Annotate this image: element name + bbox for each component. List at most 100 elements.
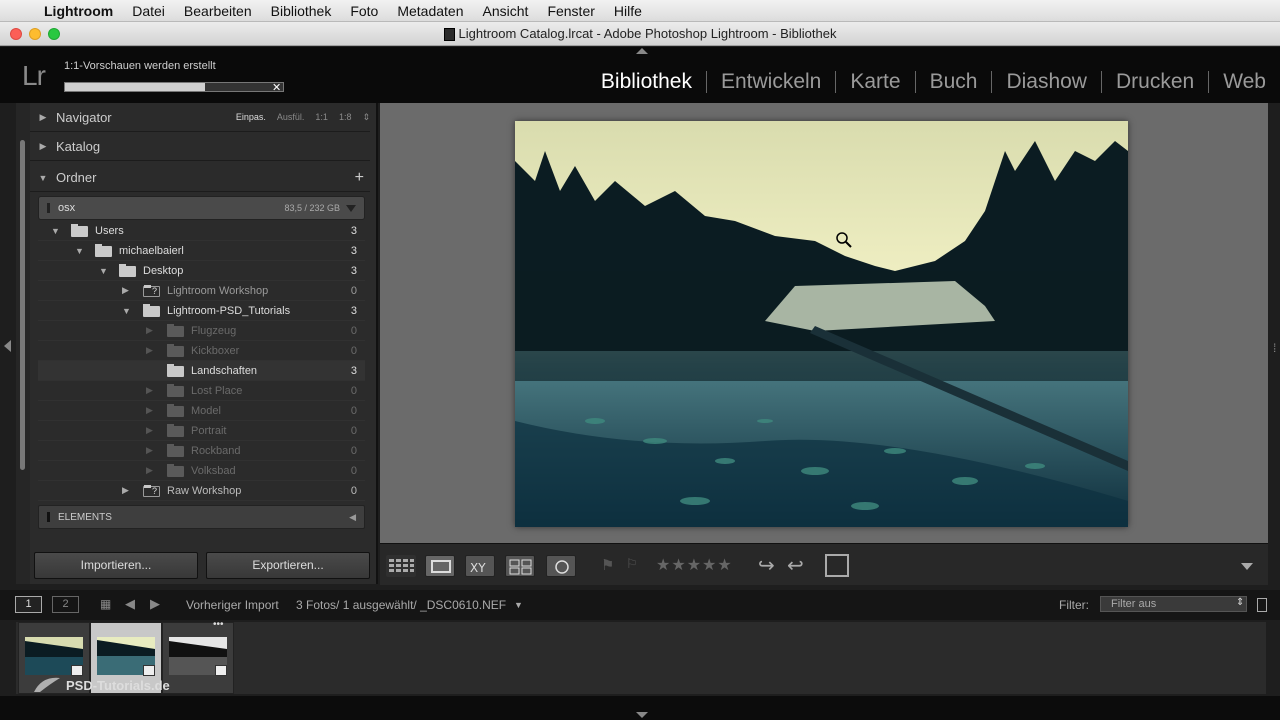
grid-icon[interactable]: ▦ — [100, 597, 111, 611]
menu-ansicht[interactable]: Ansicht — [483, 3, 529, 19]
folder-row-landschaften[interactable]: Landschaften 3 — [38, 361, 365, 381]
expand-triangle-icon: ▶ — [39, 112, 47, 122]
flag-icon[interactable]: ⚑ — [601, 556, 614, 574]
left-panel-toggle-icon[interactable] — [4, 340, 11, 352]
folders-label: Ordner — [56, 170, 97, 185]
more-icon[interactable]: ••• — [213, 619, 224, 630]
folder-row-raw-workshop[interactable]: ▶ Raw Workshop 0 — [38, 481, 365, 501]
zoom-updown-icon[interactable]: ⇕ — [362, 112, 370, 123]
filter-select[interactable]: Filter aus — [1100, 596, 1247, 612]
module-diashow[interactable]: Diashow — [991, 71, 1101, 93]
folder-label: Users — [95, 224, 124, 237]
menu-datei[interactable]: Datei — [132, 3, 165, 19]
bottom-panel-toggle-icon[interactable] — [636, 712, 648, 718]
folder-icon — [71, 224, 88, 237]
export-button[interactable]: Exportieren... — [206, 552, 370, 579]
minimize-window-button[interactable] — [29, 28, 41, 40]
rotate-right-icon[interactable]: ↩ — [787, 553, 804, 578]
folder-row-model[interactable]: ▶ Model 0 — [38, 401, 365, 421]
volume-elements[interactable]: ELEMENTS ◀ — [38, 505, 365, 529]
add-folder-icon[interactable]: + — [355, 169, 364, 187]
source-label[interactable]: Vorheriger Import — [186, 598, 279, 612]
module-web[interactable]: Web — [1208, 71, 1280, 93]
folder-label: Landschaften — [191, 364, 258, 377]
collapse-triangle-icon[interactable]: ▼ — [122, 306, 131, 316]
toolbar-options-icon[interactable] — [1241, 563, 1253, 570]
people-view-icon[interactable] — [546, 555, 576, 577]
menu-metadaten[interactable]: Metadaten — [397, 3, 463, 19]
folder-row-rockband[interactable]: ▶ Rockband 0 — [38, 441, 365, 461]
collapse-triangle-icon[interactable]: ▼ — [99, 266, 108, 276]
module-entwickeln[interactable]: Entwickeln — [705, 71, 835, 93]
folder-row-flugzeug[interactable]: ▶ Flugzeug 0 — [38, 321, 365, 341]
forward-arrow-icon[interactable]: ▶ — [150, 596, 160, 612]
folder-row-lightroom-psd-tutorials[interactable]: ▼ Lightroom-PSD_Tutorials 3 — [38, 301, 365, 321]
left-scrollbar[interactable] — [20, 140, 25, 470]
volume-collapse-icon[interactable]: ◀ — [349, 512, 356, 523]
menu-bearbeiten[interactable]: Bearbeiten — [184, 3, 252, 19]
zoom-window-button[interactable] — [48, 28, 60, 40]
expand-triangle-icon[interactable]: ▶ — [146, 425, 153, 436]
volume-osx[interactable]: osx 83,5 / 232 GB — [38, 196, 365, 220]
expand-triangle-icon[interactable]: ▶ — [146, 345, 153, 356]
menu-bibliothek[interactable]: Bibliothek — [271, 3, 332, 19]
module-drucken[interactable]: Drucken — [1100, 71, 1208, 93]
folder-row-portrait[interactable]: ▶ Portrait 0 — [38, 421, 365, 441]
rating-stars[interactable]: ★★★★★ — [656, 555, 733, 575]
source-dropdown-icon[interactable]: ▼ — [514, 600, 523, 610]
crop-frame-icon[interactable] — [825, 554, 849, 577]
filter-updown-icon[interactable]: ⇕ — [1236, 597, 1244, 608]
reject-flag-icon[interactable]: ⚐ — [626, 556, 638, 572]
grid-view-icon[interactable] — [386, 555, 416, 577]
menu-hilfe[interactable]: Hilfe — [614, 3, 642, 19]
document-icon — [443, 27, 455, 41]
cancel-progress-icon[interactable]: ✕ — [272, 81, 281, 94]
filmstrip-thumb-3[interactable]: ••• — [162, 619, 234, 694]
module-bibliothek[interactable]: Bibliothek — [587, 71, 706, 93]
back-arrow-icon[interactable]: ◀ — [125, 596, 135, 612]
folders-header[interactable]: ▼ Ordner + — [30, 164, 370, 192]
close-window-button[interactable] — [10, 28, 22, 40]
collapse-triangle-icon[interactable]: ▼ — [51, 226, 60, 236]
catalog-header[interactable]: ▶ Katalog — [30, 133, 370, 161]
zoom-1-8-option[interactable]: 1:8 — [339, 112, 352, 123]
loupe-view-icon[interactable] — [425, 555, 455, 577]
zoom-fit-option[interactable]: Einpas. — [236, 112, 266, 123]
expand-triangle-icon[interactable]: ▶ — [146, 405, 153, 416]
folder-row-desktop[interactable]: ▼ Desktop 3 — [38, 261, 365, 281]
expand-triangle-icon[interactable]: ▶ — [146, 465, 153, 476]
second-monitor-button[interactable]: 2 — [52, 596, 79, 613]
expand-triangle-icon[interactable]: ▶ — [146, 325, 153, 336]
compare-view-icon[interactable]: XY — [465, 555, 495, 577]
menu-fenster[interactable]: Fenster — [547, 3, 594, 19]
module-karte[interactable]: Karte — [835, 71, 914, 93]
collapse-triangle-icon[interactable]: ▼ — [75, 246, 84, 256]
module-buch[interactable]: Buch — [914, 71, 992, 93]
navigator-header[interactable]: ▶ Navigator Einpas. Ausfül. 1:1 1:8 ⇕ — [30, 104, 370, 132]
folder-row-michaelbaierl[interactable]: ▼ michaelbaierl 3 — [38, 241, 365, 261]
survey-view-icon[interactable] — [505, 555, 535, 577]
menu-foto[interactable]: Foto — [350, 3, 378, 19]
expand-triangle-icon[interactable]: ▶ — [122, 285, 129, 296]
zoom-1-1-option[interactable]: 1:1 — [315, 112, 328, 123]
top-panel-toggle-icon[interactable] — [636, 48, 648, 54]
folder-count: 3 — [350, 264, 357, 277]
folder-row-lightroom-workshop[interactable]: ▶ Lightroom Workshop 0 — [38, 281, 365, 301]
zoom-fill-option[interactable]: Ausfül. — [277, 112, 305, 123]
right-panel-toggle-icon[interactable]: ⁞ — [1273, 341, 1276, 355]
filter-lock-icon[interactable] — [1257, 598, 1267, 612]
main-monitor-button[interactable]: 1 — [15, 596, 42, 613]
volume-dropdown-icon[interactable] — [346, 204, 356, 212]
selection-info[interactable]: 3 Fotos/ 1 ausgewählt/ _DSC0610.NEF — [296, 598, 506, 612]
folder-row-lost-place[interactable]: ▶ Lost Place 0 — [38, 381, 365, 401]
preview-photo[interactable] — [515, 121, 1128, 527]
folder-row-users[interactable]: ▼ Users 3 — [38, 221, 365, 241]
import-button[interactable]: Importieren... — [34, 552, 198, 579]
folder-row-volksbad[interactable]: ▶ Volksbad 0 — [38, 461, 365, 481]
expand-triangle-icon[interactable]: ▶ — [146, 445, 153, 456]
rotate-left-icon[interactable]: ↪ — [758, 553, 775, 578]
menu-app[interactable]: Lightroom — [44, 3, 113, 19]
folder-row-kickboxer[interactable]: ▶ Kickboxer 0 — [38, 341, 365, 361]
expand-triangle-icon[interactable]: ▶ — [122, 485, 129, 496]
expand-triangle-icon[interactable]: ▶ — [146, 385, 153, 396]
